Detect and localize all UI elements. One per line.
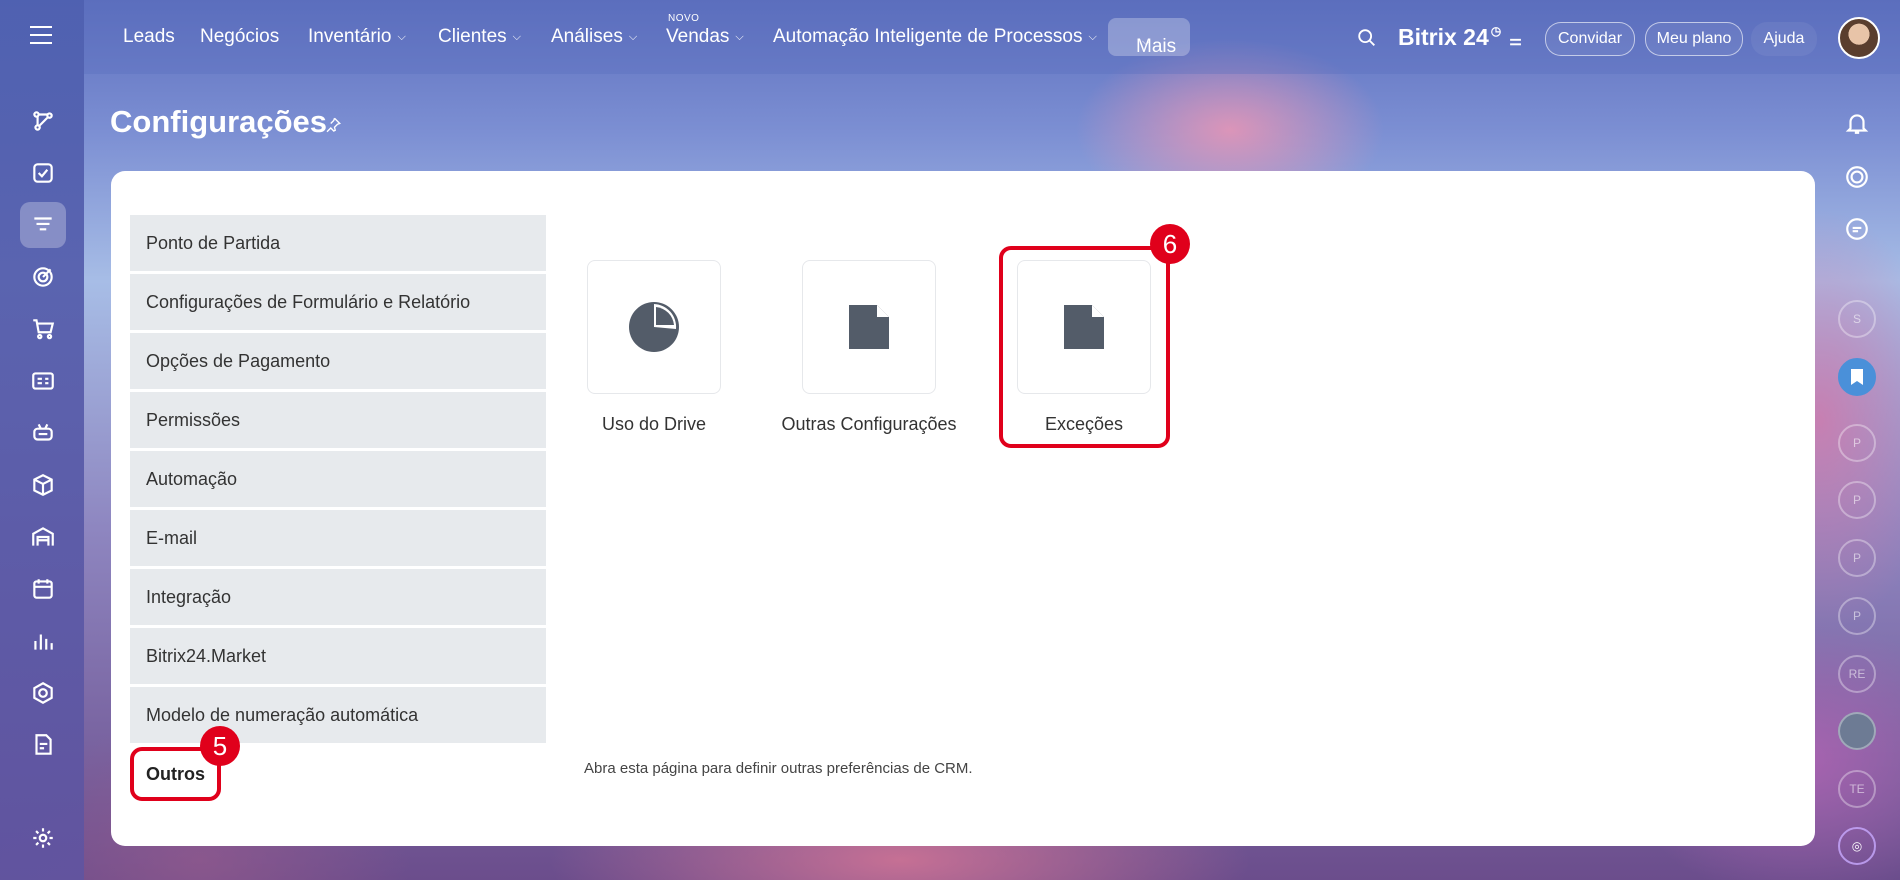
menu-item-formulario-relatorio[interactable]: Configurações de Formulário e Relatório [130,274,546,330]
menu-item-market[interactable]: Bitrix24.Market [130,628,546,684]
chevron-down-icon: ⌵ [397,31,406,43]
menu-item-permissoes[interactable]: Permissões [130,392,546,448]
calendar-icon[interactable] [20,566,66,612]
chevron-down-icon: ⌵ [512,31,521,43]
section-description: Abra esta página para definir outras pre… [584,760,973,777]
bookmark-icon[interactable] [1838,358,1876,396]
my-plan-button[interactable]: Meu plano [1645,22,1743,56]
pie-chart-icon [629,302,679,352]
recent-chat-avatar[interactable]: P [1838,481,1876,519]
target-icon[interactable] [20,254,66,300]
tasks-icon[interactable] [20,150,66,196]
robot-icon[interactable] [20,410,66,456]
nav-inventario[interactable]: Inventário ⌵ [308,26,406,48]
recent-chat-avatar[interactable]: TE [1838,770,1876,808]
tile-label-uso-do-drive[interactable]: Uso do Drive [544,414,764,435]
pin-icon[interactable] [324,116,342,139]
settings-gear-icon[interactable] [20,815,66,861]
chevron-down-icon: ⌵ [1142,36,1151,48]
menu-item-integracao[interactable]: Integração [130,569,546,625]
menu-item-email[interactable]: E-mail [130,510,546,566]
hexagon-icon[interactable] [20,670,66,716]
menu-item-automacao[interactable]: Automação [130,451,546,507]
copilot-icon[interactable] [1844,164,1870,195]
crm-icon[interactable] [20,202,66,248]
left-sidebar [0,0,84,880]
menu-item-ponto-de-partida[interactable]: Ponto de Partida [130,215,546,271]
bell-icon[interactable] [1844,110,1870,141]
analytics-icon[interactable] [20,618,66,664]
step-badge-5: 5 [200,726,240,766]
recent-chat-avatar[interactable]: P [1838,597,1876,635]
brand-logo[interactable]: Bitrix 24 ◷⚌ [1398,24,1522,51]
highlight-box-excecoes [999,246,1170,448]
nav-analises[interactable]: Análises ⌵ [551,26,637,48]
nav-more-button[interactable]: Mais ⌵ [1108,18,1190,57]
chevron-down-icon: ⌵ [1088,31,1097,43]
chevron-down-icon: ⌵ [628,31,638,43]
nav-leads[interactable]: Leads [123,26,175,48]
cart-icon[interactable] [20,306,66,352]
document-edit-icon[interactable] [20,722,66,768]
menu-hamburger-icon[interactable] [30,26,52,44]
nav-clientes[interactable]: Clientes ⌵ [438,26,521,48]
tile-label-outras-configuracoes[interactable]: Outras Configurações [759,414,979,435]
contact-card-icon[interactable] [20,358,66,404]
tile-outras-configuracoes[interactable] [802,260,936,394]
settings-card [111,171,1815,846]
sliders-icon[interactable]: ⚌ [1509,32,1522,48]
menu-item-opcoes-pagamento[interactable]: Opções de Pagamento [130,333,546,389]
menu-item-numeracao[interactable]: Modelo de numeração automática [130,687,546,743]
page-title: Configurações [110,104,328,139]
chevron-down-icon: ⌵ [735,31,744,43]
document-icon [849,305,889,349]
support-icon[interactable]: ◎ [1838,827,1876,865]
search-icon[interactable] [1356,27,1378,54]
recent-chat-avatar[interactable]: S [1838,300,1876,338]
step-badge-6: 6 [1150,224,1190,264]
user-avatar[interactable] [1838,17,1880,59]
nav-vendas[interactable]: Vendas ⌵ [666,26,744,48]
recent-chat-avatar[interactable]: RE [1838,655,1876,693]
invite-button[interactable]: Convidar [1545,22,1635,56]
help-button[interactable]: Ajuda [1751,22,1817,56]
chat-icon[interactable] [1844,216,1870,247]
new-badge: NOVO [668,13,700,24]
warehouse-icon[interactable] [20,514,66,560]
clock-icon: ◷ [1490,24,1502,38]
cat-avatar[interactable] [1838,712,1876,750]
nav-negocios[interactable]: Negócios [200,26,279,48]
nav-automacao[interactable]: Automação Inteligente de Processos ⌵ [773,26,1097,48]
recent-chat-avatar[interactable]: P [1838,424,1876,462]
recent-chat-avatar[interactable]: P [1838,539,1876,577]
box-icon[interactable] [20,462,66,508]
tile-uso-do-drive[interactable] [587,260,721,394]
feed-icon[interactable] [20,98,66,144]
